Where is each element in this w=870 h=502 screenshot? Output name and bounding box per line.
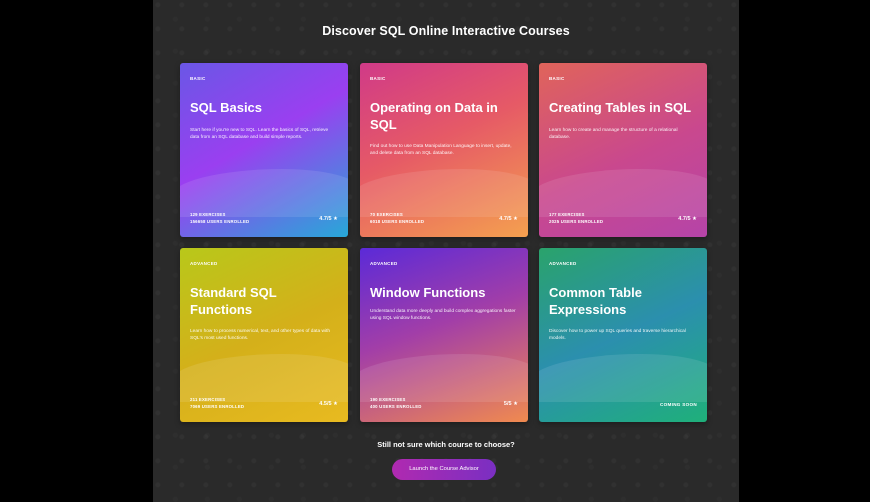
course-description: Discover how to power up SQL queries and… <box>549 329 686 341</box>
course-rating: 4.7/5 ★ <box>319 216 338 222</box>
course-card-operating-on-data[interactable]: BASIC Operating on Data in SQL Find out … <box>360 63 528 237</box>
exercise-count: 129 EXERCISES <box>190 212 226 217</box>
course-card-standard-sql-functions[interactable]: ADVANCED Standard SQL Functions Learn ho… <box>180 248 348 422</box>
course-description: Find out how to use Data Manipulation La… <box>370 144 512 156</box>
course-title: Common Table Expressions <box>549 285 642 317</box>
exercise-count: 211 EXERCISES <box>190 397 226 402</box>
course-title: Operating on Data in SQL <box>370 100 498 132</box>
coming-soon-label: COMING SOON <box>660 402 697 407</box>
course-card-sql-basics[interactable]: BASIC SQL Basics Start here if you're ne… <box>180 63 348 237</box>
course-title: Standard SQL Functions <box>190 285 277 317</box>
course-stats: 190 EXERCISES 400 USERS ENROLLED <box>370 396 422 410</box>
course-level: ADVANCED <box>370 261 398 266</box>
course-stats: 129 EXERCISES 156658 USERS ENROLLED <box>190 211 249 225</box>
course-card-creating-tables[interactable]: BASIC Creating Tables in SQL Learn how t… <box>539 63 707 237</box>
course-title: Creating Tables in SQL <box>549 100 692 115</box>
exercise-count: 177 EXERCISES <box>549 212 585 217</box>
card-wave-decoration <box>360 169 528 217</box>
enrolled-count: 156658 USERS ENROLLED <box>190 219 250 224</box>
course-description: Start here if you're new to SQL. Learn t… <box>190 128 329 140</box>
course-title: SQL Basics <box>190 100 263 115</box>
card-wave-decoration <box>180 354 348 402</box>
advisor-prompt: Still not sure which course to choose? <box>377 440 515 449</box>
page-title: Discover SQL Online Interactive Courses <box>322 24 570 38</box>
course-level: BASIC <box>549 76 565 81</box>
course-card-window-functions[interactable]: ADVANCED Window Functions Understand dat… <box>360 248 528 422</box>
course-level: ADVANCED <box>190 261 218 266</box>
card-wave-decoration <box>539 354 707 402</box>
course-stats: 211 EXERCISES 7069 USERS ENROLLED <box>190 396 244 410</box>
course-level: BASIC <box>190 76 206 81</box>
enrolled-count: 2025 USERS ENROLLED <box>549 219 604 224</box>
card-wave-decoration <box>539 169 707 217</box>
course-description: Learn how to create and manage the struc… <box>549 128 678 140</box>
course-title: Window Functions <box>370 285 486 300</box>
course-stats: 177 EXERCISES 2025 USERS ENROLLED <box>549 211 603 225</box>
card-wave-decoration <box>360 354 528 402</box>
exercise-count: 190 EXERCISES <box>370 397 406 402</box>
course-stats: 70 EXERCISES 6018 USERS ENROLLED <box>370 211 424 225</box>
course-card-common-table-expressions[interactable]: ADVANCED Common Table Expressions Discov… <box>539 248 707 422</box>
enrolled-count: 400 USERS ENROLLED <box>370 404 422 409</box>
course-level: BASIC <box>370 76 386 81</box>
course-rating: 5/5 ★ <box>503 401 518 407</box>
course-level: ADVANCED <box>549 261 577 266</box>
main-stage: Discover SQL Online Interactive Courses … <box>153 0 739 502</box>
course-rating: 4.5/5 ★ <box>319 401 338 407</box>
exercise-count: 70 EXERCISES <box>370 212 403 217</box>
course-description: Learn how to process numerical, text, an… <box>190 329 330 341</box>
enrolled-count: 6018 USERS ENROLLED <box>370 219 425 224</box>
course-rating: 4.7/5 ★ <box>678 216 697 222</box>
launch-course-advisor-button[interactable]: Launch the Course Advisor <box>392 459 496 480</box>
course-description: Understand data more deeply and build co… <box>370 309 516 321</box>
course-rating: 4.7/5 ★ <box>499 216 518 222</box>
enrolled-count: 7069 USERS ENROLLED <box>190 404 245 409</box>
card-wave-decoration <box>180 169 348 217</box>
